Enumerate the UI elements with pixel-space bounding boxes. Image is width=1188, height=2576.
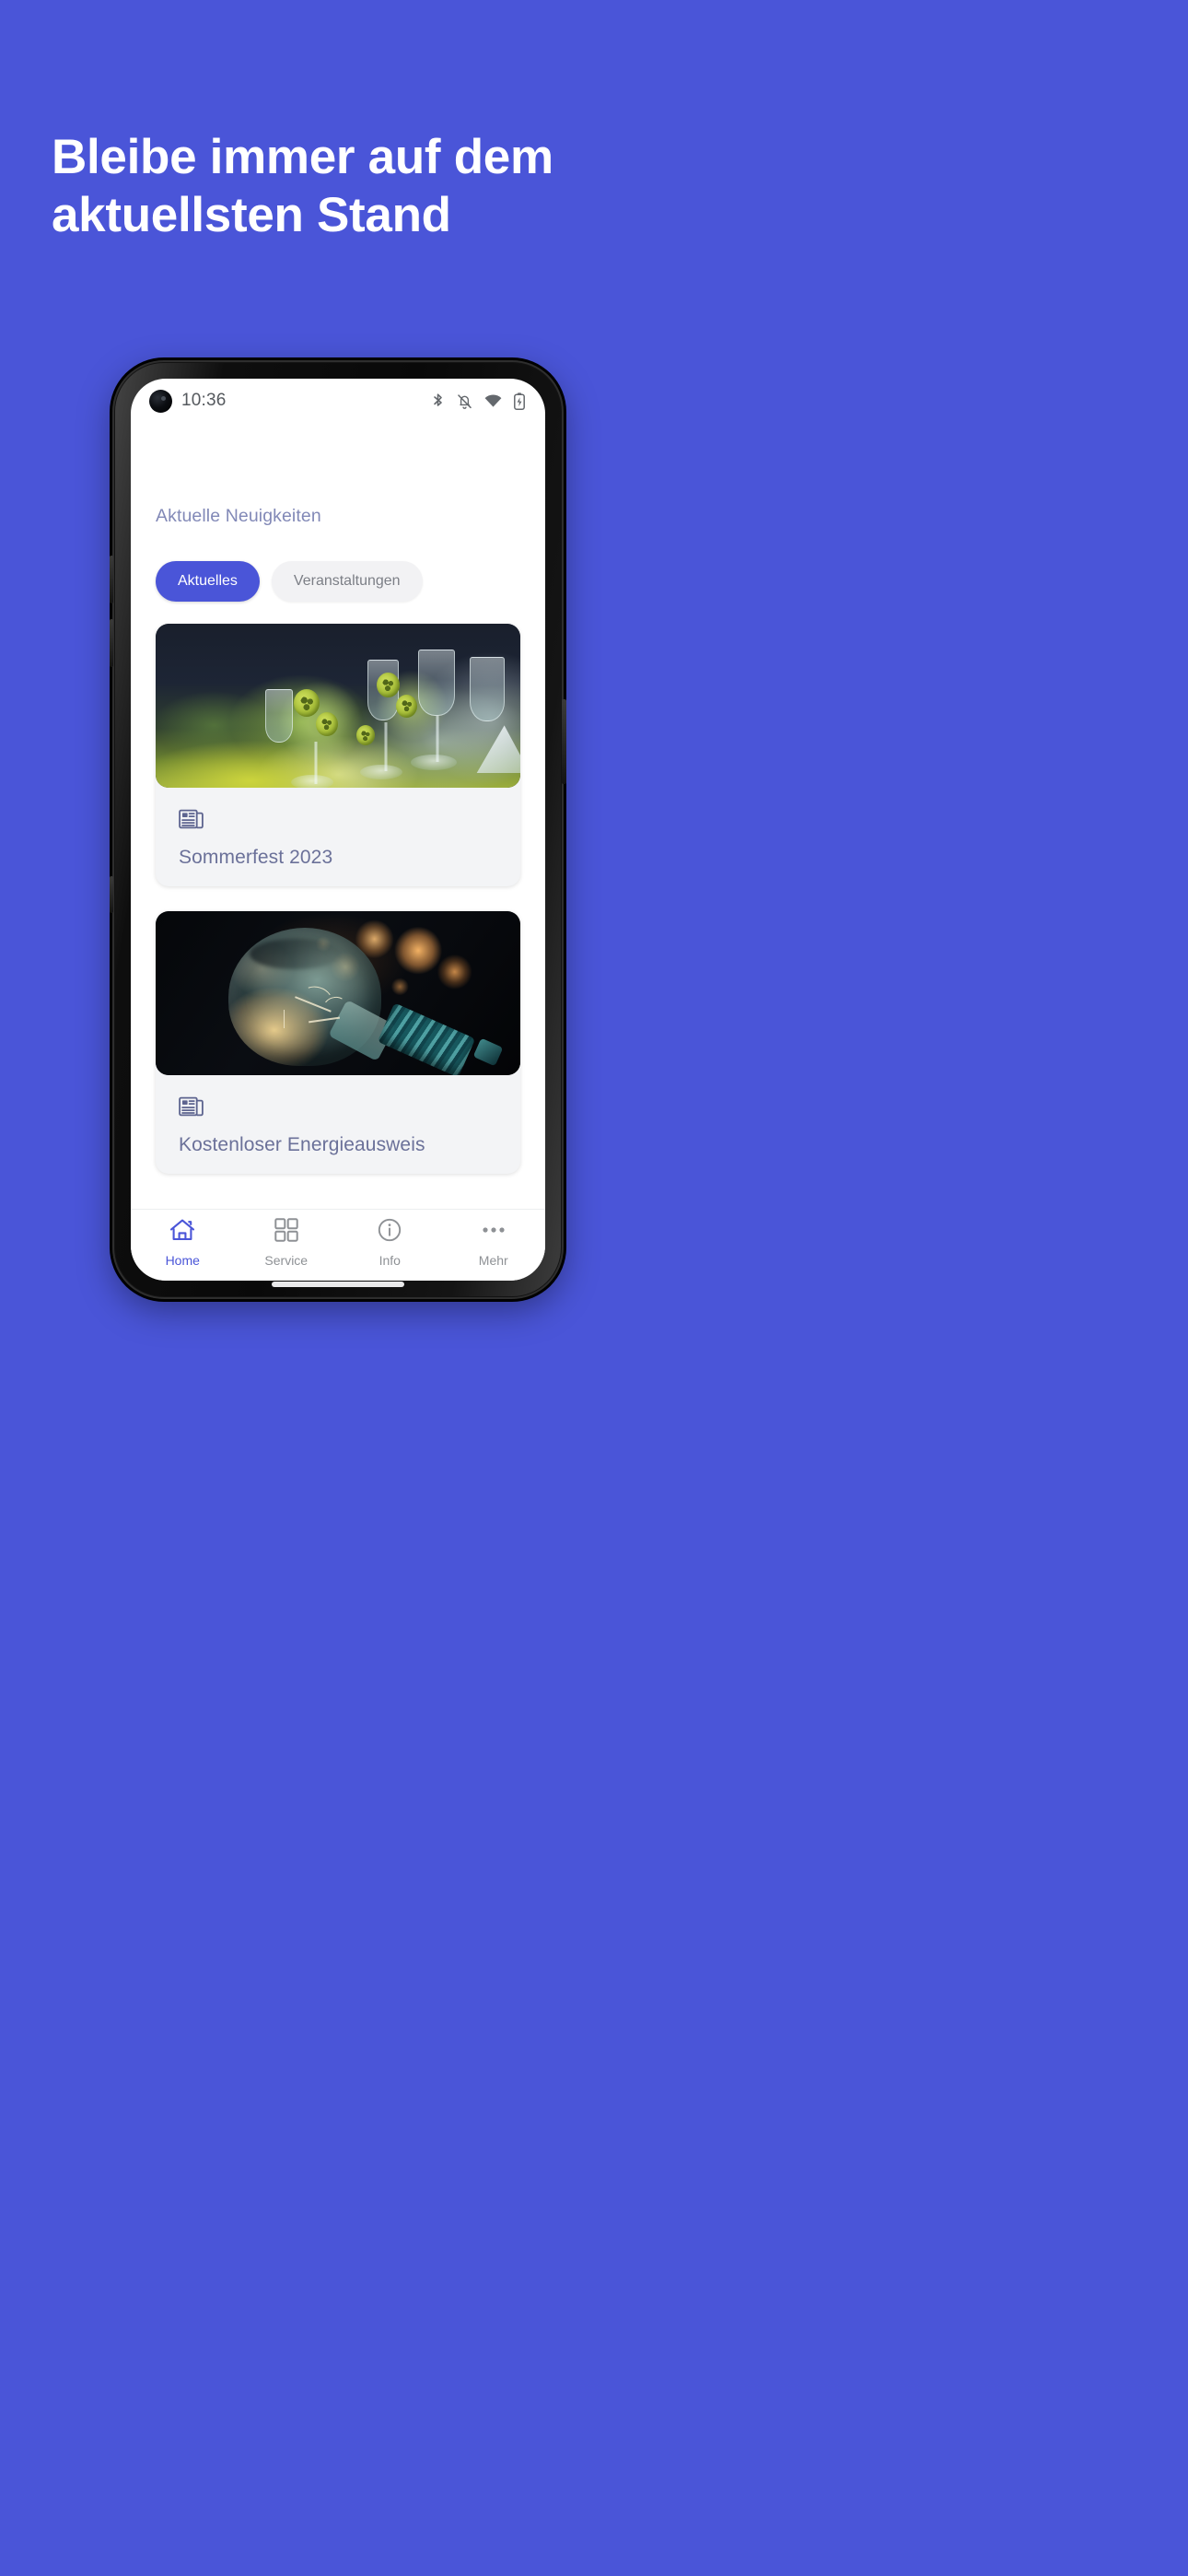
promo-headline: Bleibe immer auf dem aktuellsten Stand: [52, 130, 553, 242]
volume-down-button[interactable]: [110, 619, 113, 667]
bottom-navigation: Home Service Info Mehr: [131, 1209, 545, 1281]
battery-charging-icon: [514, 392, 525, 410]
power-button[interactable]: [562, 699, 566, 784]
wifi-icon: [484, 393, 502, 408]
nav-item-service[interactable]: Service: [235, 1210, 339, 1281]
nav-item-info[interactable]: Info: [338, 1210, 442, 1281]
nav-label: Home: [165, 1252, 200, 1268]
nav-item-mehr[interactable]: Mehr: [442, 1210, 546, 1281]
news-card[interactable]: Sommerfest 2023: [156, 624, 520, 886]
status-bar-clock: 10:36: [181, 391, 227, 410]
front-camera-punch-hole: [149, 389, 172, 413]
nav-label: Info: [379, 1252, 401, 1268]
filter-chip-aktuelles[interactable]: Aktuelles: [156, 561, 260, 602]
notifications-off-icon: [457, 392, 472, 410]
section-title: Aktuelle Neuigkeiten: [156, 506, 321, 526]
nav-item-home[interactable]: Home: [131, 1210, 235, 1281]
news-card[interactable]: Kostenloser Energieausweis: [156, 911, 520, 1174]
news-card-body: Sommerfest 2023: [156, 788, 520, 869]
news-card-image: [156, 911, 520, 1075]
newspaper-icon: [179, 1095, 497, 1122]
nav-label: Mehr: [478, 1252, 508, 1268]
nav-label: Service: [264, 1252, 309, 1268]
home-indicator[interactable]: [272, 1282, 404, 1287]
news-card-body: Kostenloser Energieausweis: [156, 1075, 520, 1156]
phone-mockup: 10:36 Aktuelle Neuigkeiten Aktuelles Ver…: [110, 360, 566, 1299]
promo-screenshot: Bleibe immer auf dem aktuellsten Stand 1…: [0, 0, 1188, 2576]
app-content: Aktuelle Neuigkeiten Aktuelles Veranstal…: [131, 423, 545, 1209]
newspaper-icon: [179, 808, 497, 835]
more-dots-icon: [481, 1218, 507, 1247]
status-bar: 10:36: [131, 379, 545, 423]
bluetooth-icon: [431, 392, 445, 410]
status-bar-icons: [431, 392, 525, 410]
home-icon: [169, 1218, 195, 1247]
news-card-title: Kostenloser Energieausweis: [179, 1134, 425, 1155]
news-card-image: [156, 624, 520, 788]
phone-screen: 10:36 Aktuelle Neuigkeiten Aktuelles Ver…: [131, 379, 545, 1281]
filter-chip-group: Aktuelles Veranstaltungen: [156, 561, 423, 602]
side-button-left[interactable]: [110, 876, 113, 913]
grid-icon: [274, 1217, 298, 1247]
filter-chip-veranstaltungen[interactable]: Veranstaltungen: [271, 561, 423, 602]
news-card-title: Sommerfest 2023: [179, 847, 333, 868]
volume-up-button[interactable]: [110, 556, 113, 603]
info-circle-icon: [378, 1218, 402, 1247]
news-card-list: Sommerfest 2023 Kostenloser Energieauswe…: [131, 624, 545, 1209]
